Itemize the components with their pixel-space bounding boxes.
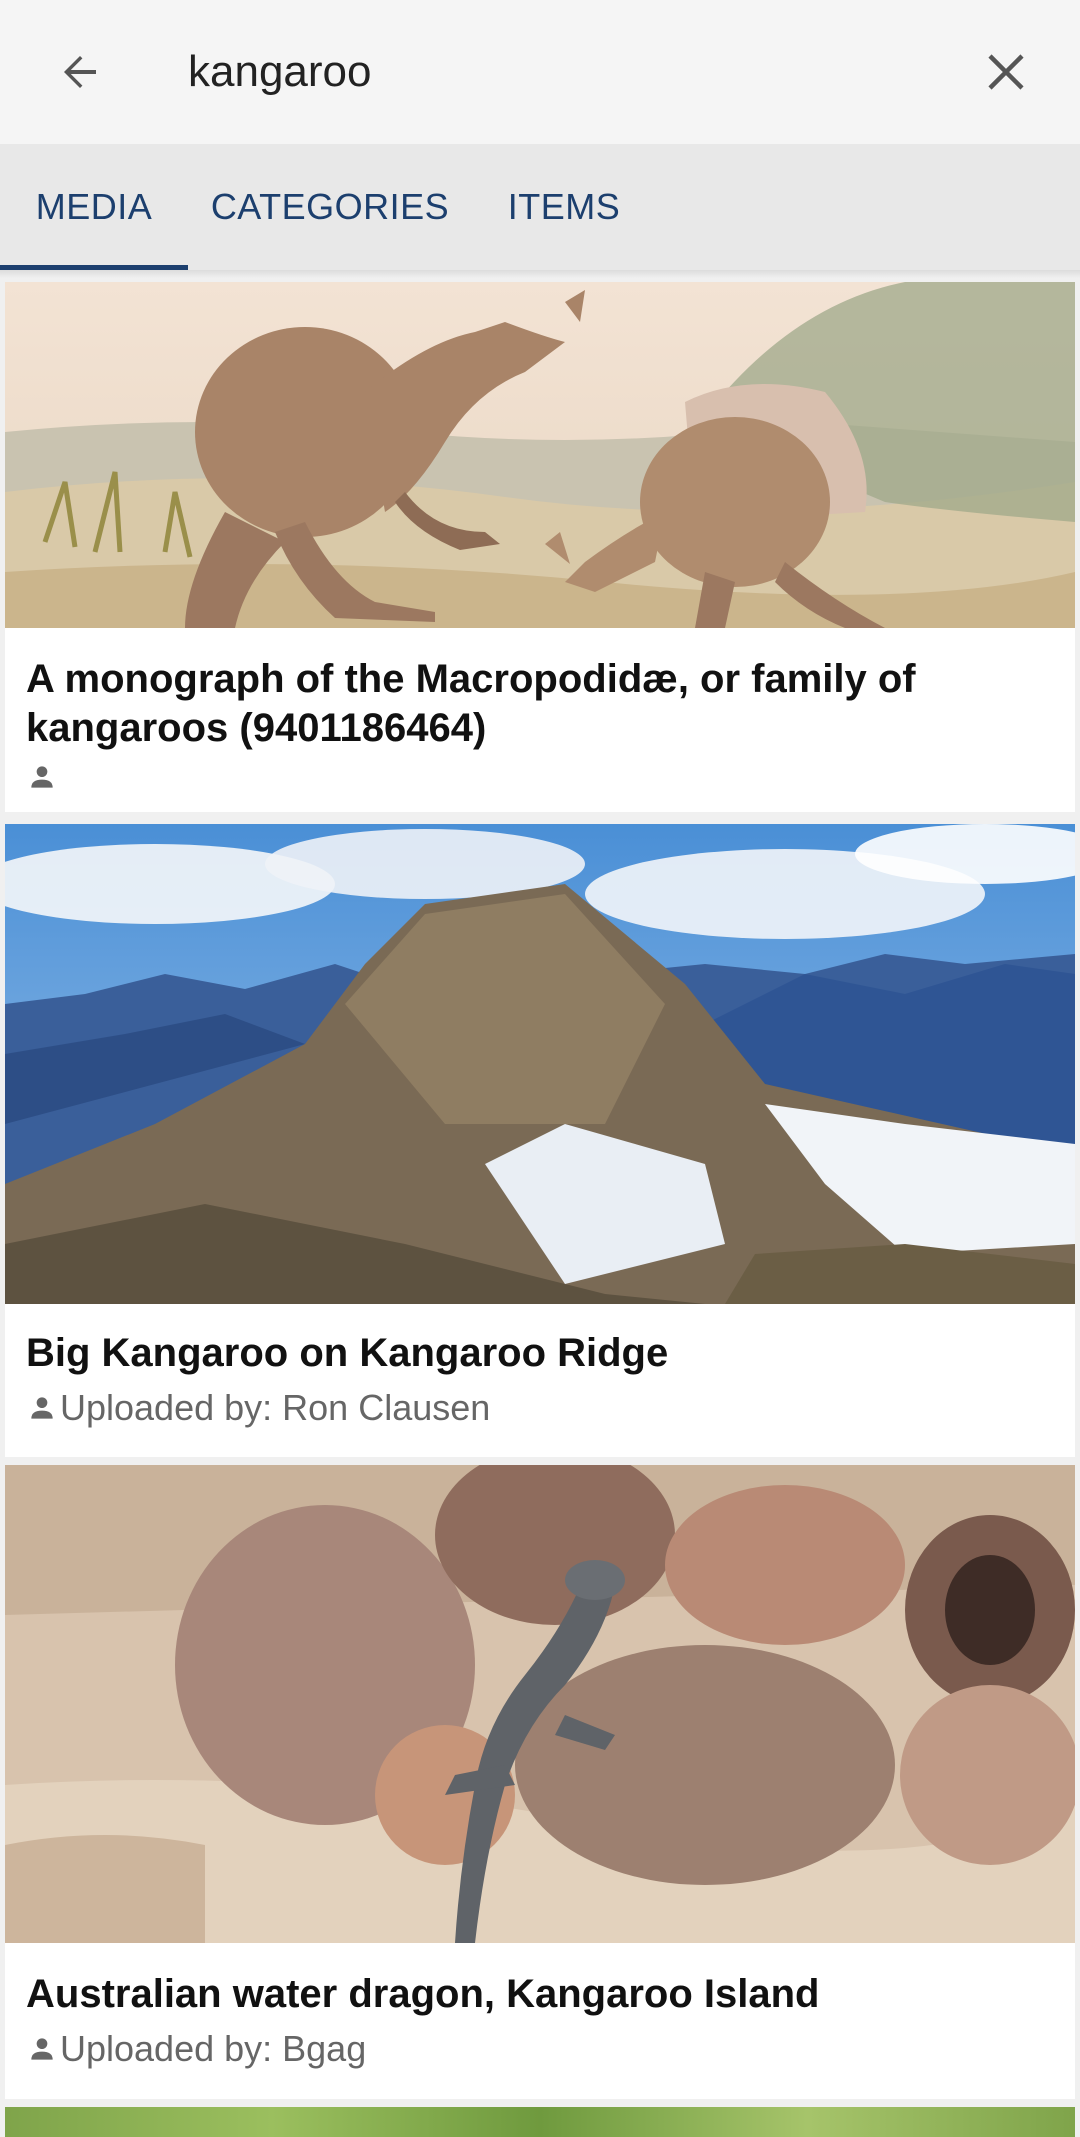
next-result-thumbnail-partial[interactable] [5, 2107, 1075, 2137]
result-card[interactable]: A monograph of the Macropodidæ, or famil… [5, 282, 1075, 812]
app-root: MEDIA CATEGORIES ITEMS [0, 0, 1080, 2137]
tab-bar-shadow [0, 270, 1080, 278]
result-thumbnail[interactable] [5, 282, 1075, 628]
result-thumbnail[interactable] [5, 1465, 1075, 1943]
result-thumbnail[interactable] [5, 824, 1075, 1304]
person-icon [31, 2038, 53, 2060]
kangaroo-illustration-image [5, 282, 1075, 628]
result-title: Big Kangaroo on Kangaroo Ridge [26, 1331, 669, 1375]
result-card[interactable]: Big Kangaroo on Kangaroo Ridge Uploaded … [5, 824, 1075, 1457]
result-uploader [26, 757, 60, 797]
back-button[interactable] [40, 32, 120, 112]
search-input[interactable] [188, 34, 948, 110]
tab-bar: MEDIA CATEGORIES ITEMS [0, 144, 1080, 270]
person-icon [31, 1397, 53, 1419]
result-card[interactable]: Australian water dragon, Kangaroo Island… [5, 1465, 1075, 2099]
result-title: A monograph of the Macropodidæ, or famil… [26, 657, 916, 750]
tab-categories[interactable]: CATEGORIES [200, 144, 460, 270]
tab-media[interactable]: MEDIA [0, 144, 188, 270]
tab-items[interactable]: ITEMS [488, 144, 640, 270]
person-icon [31, 766, 53, 788]
arrow-left-icon [64, 56, 96, 88]
clear-search-button[interactable] [966, 32, 1046, 112]
uploader-text: Uploaded by: Bgag [60, 2028, 367, 2069]
close-icon [988, 54, 1024, 90]
search-bar [0, 0, 1080, 144]
uploader-text: Uploaded by: Ron Clausen [60, 1387, 491, 1428]
result-uploader: Uploaded by: Ron Clausen [26, 1387, 491, 1428]
water-dragon-image [5, 1465, 1075, 1943]
result-uploader: Uploaded by: Bgag [26, 2028, 367, 2069]
mountain-ridge-image [5, 824, 1075, 1304]
result-title: Australian water dragon, Kangaroo Island [26, 1972, 820, 2016]
